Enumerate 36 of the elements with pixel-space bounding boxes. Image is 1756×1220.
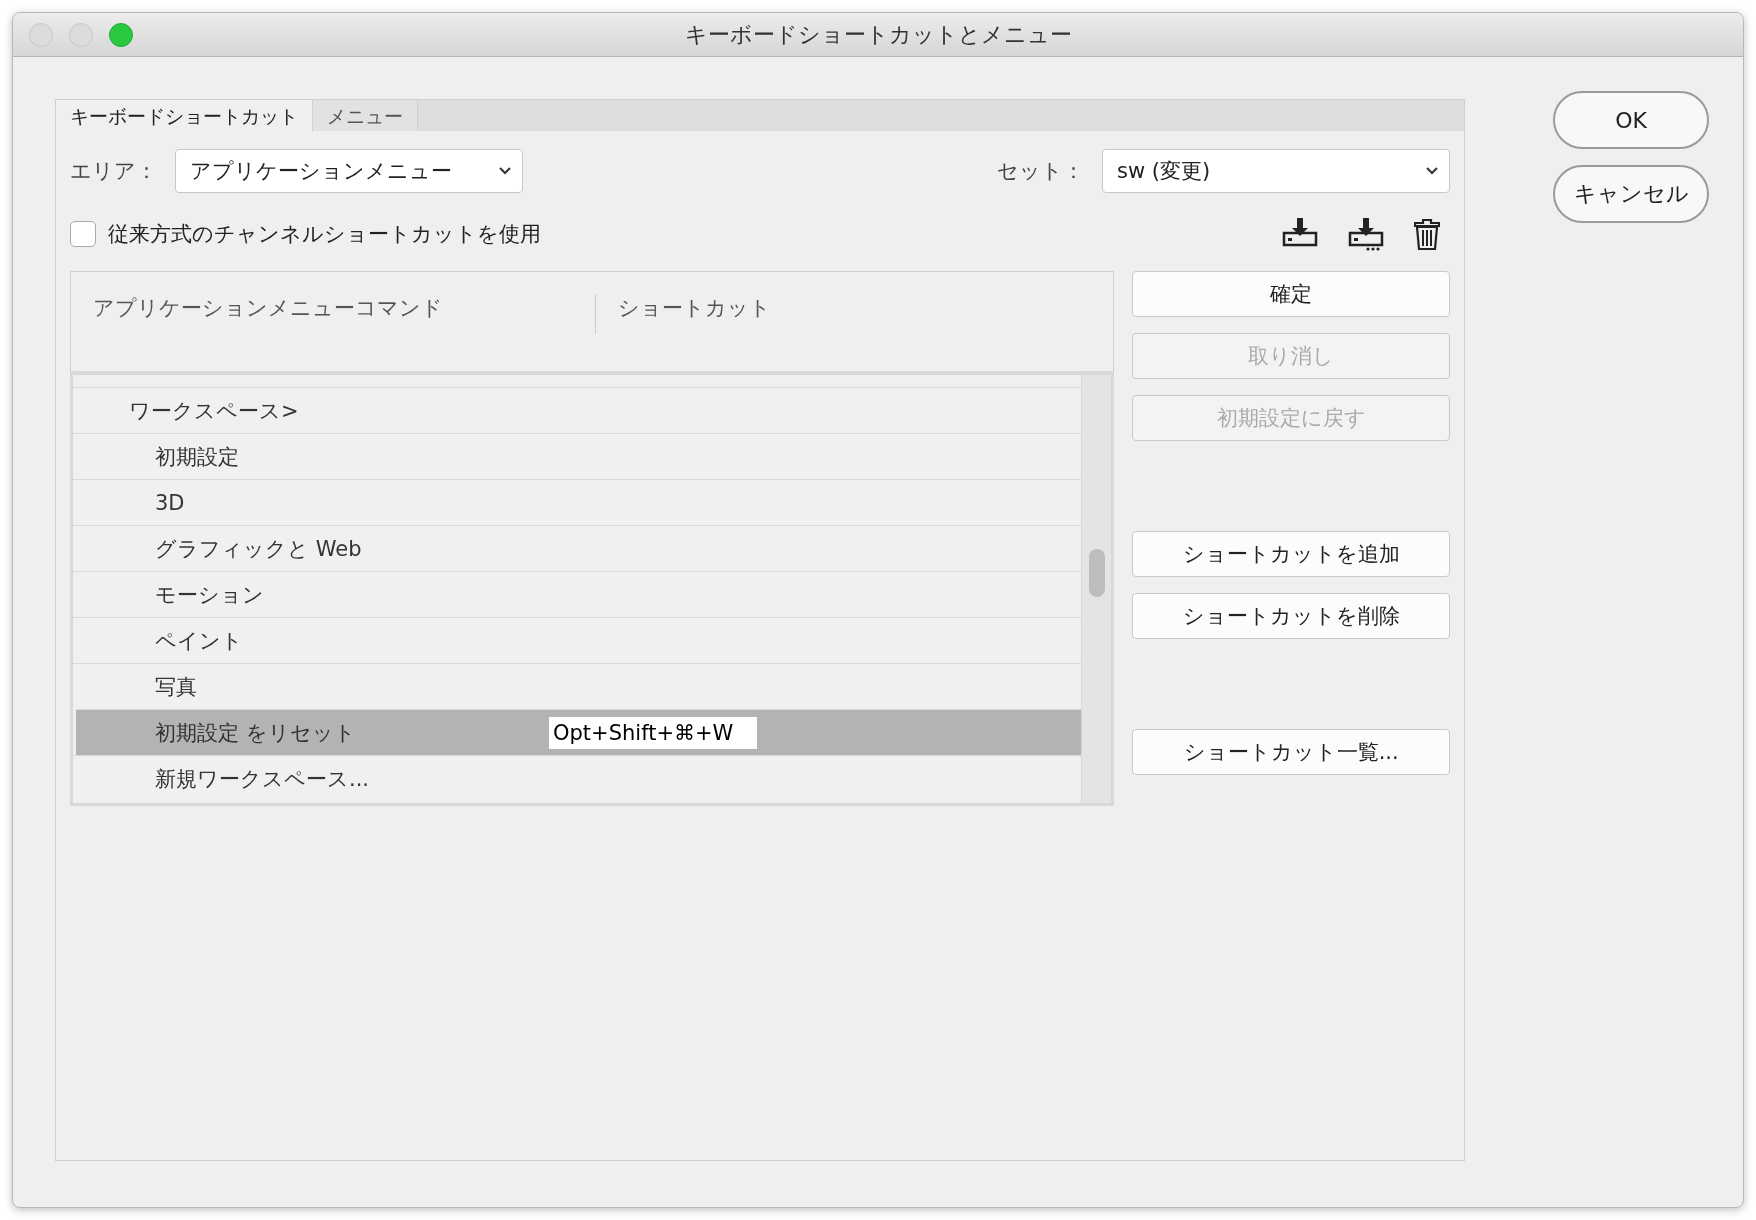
shortcut-field[interactable]: Opt+Shift+⌘+W	[549, 716, 757, 749]
import-dots-icon[interactable]	[1348, 217, 1384, 251]
command-label: 初期設定	[155, 443, 240, 471]
minimize-button[interactable]	[69, 22, 93, 47]
command-label: ワークスペース>	[129, 397, 300, 425]
tab[interactable]: キーボードショートカット	[56, 100, 313, 131]
set-dropdown[interactable]: sw (変更)	[1102, 149, 1450, 193]
scrollbar-thumb[interactable]	[1088, 549, 1105, 597]
column-header[interactable]: ショートカット	[596, 294, 996, 334]
action-button[interactable]: ショートカットを削除	[1132, 593, 1450, 639]
command-label: モーション	[155, 581, 265, 609]
cancel-button[interactable]: キャンセル	[1553, 165, 1709, 223]
ok-button[interactable]: OK	[1553, 91, 1709, 149]
chevron-icon	[1425, 166, 1439, 176]
chevron-icon	[498, 166, 512, 176]
command-label: 3D	[155, 490, 186, 515]
action-button[interactable]: ショートカット一覧...	[1132, 729, 1450, 775]
trash-icon[interactable]	[1414, 218, 1440, 250]
area-dropdown[interactable]: アプリケーションメニュー	[175, 149, 523, 193]
command-label: グラフィックと Web	[155, 535, 363, 563]
zoom-button[interactable]	[109, 22, 133, 47]
command-label: 初期設定 をリセット	[155, 719, 357, 747]
tab[interactable]: メニュー	[313, 100, 418, 131]
window-title: キーボードショートカットとメニュー	[684, 20, 1072, 49]
column-header[interactable]: アプリケーションメニューコマンド	[71, 294, 596, 334]
action-button[interactable]: 確定	[1132, 271, 1450, 317]
action-button[interactable]: ショートカットを追加	[1132, 531, 1450, 577]
set-label: セット：	[997, 158, 1084, 185]
command-label: 新規ワークスペース...	[155, 765, 371, 793]
command-label: ペイント	[155, 627, 244, 655]
area-label: エリア：	[70, 158, 157, 185]
close-button[interactable]	[29, 22, 53, 47]
checkbox-label: 従来方式のチャンネルショートカットを使用	[108, 221, 541, 248]
checkbox[interactable]	[70, 221, 96, 247]
command-label: 写真	[155, 673, 198, 701]
list-row[interactable]: 初期設定 をリセット Opt+Shift+⌘+W	[76, 709, 1082, 755]
